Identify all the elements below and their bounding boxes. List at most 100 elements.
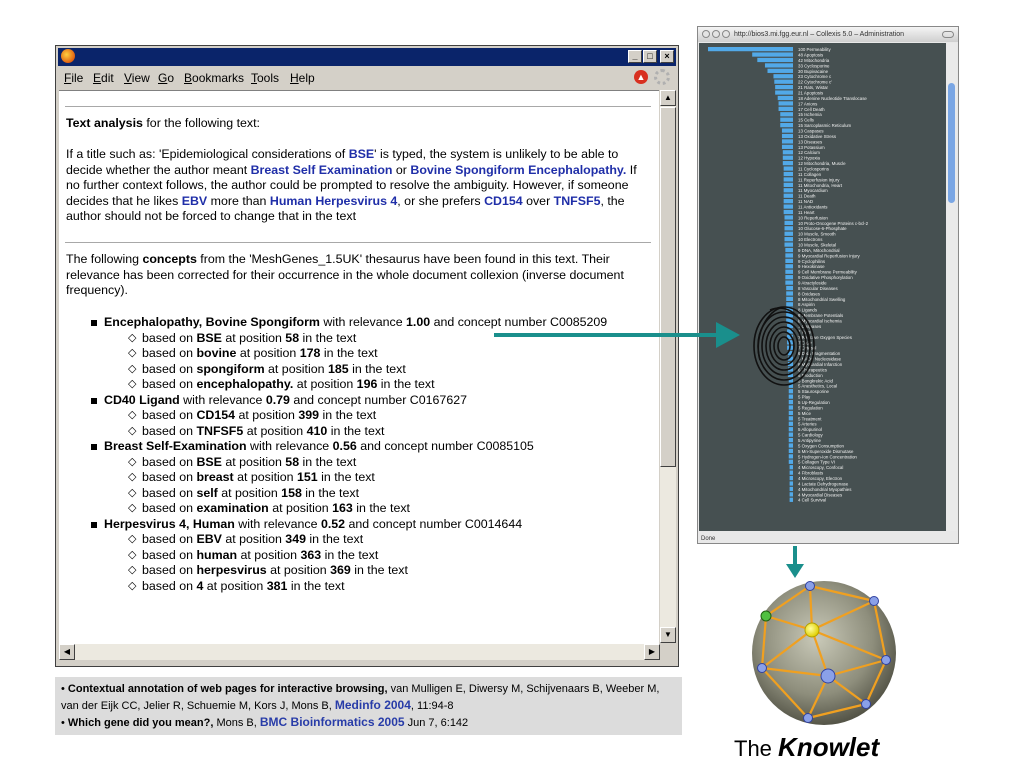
profile-label[interactable]: 8 Vascular Diseases	[798, 286, 838, 291]
profile-label[interactable]: 48 Apoptosis	[798, 52, 824, 57]
profile-label[interactable]: 11 Heart	[798, 210, 815, 215]
profile-label[interactable]: 9 Cyclophilins	[798, 259, 826, 264]
profile-label[interactable]: 5 Mice	[798, 411, 811, 416]
minimize-light-icon[interactable]	[712, 30, 720, 38]
menu-edit[interactable]: Edit	[93, 71, 114, 85]
profile-label[interactable]: 15 Sarcoplasmic Reticulum	[798, 123, 852, 128]
scroll-up-arrow-icon[interactable]: ▲	[660, 90, 676, 106]
profile-label[interactable]: 33 Cyclosporine	[798, 63, 830, 68]
collexis-scrollbar[interactable]	[946, 43, 957, 531]
profile-label[interactable]: 5 Antipyrine	[798, 438, 822, 443]
profile-label[interactable]: 11 Cyclosporins	[798, 166, 830, 171]
link-cd154[interactable]: CD154	[484, 194, 523, 208]
profile-label[interactable]: 5 Arteries	[798, 422, 817, 427]
profile-label[interactable]: 10 Muscle, Smooth	[798, 232, 836, 237]
scroll-left-arrow-icon[interactable]: ◀	[59, 644, 75, 660]
link-breast-self-examination[interactable]: Breast Self Examination	[251, 163, 393, 177]
profile-label[interactable]: 30 Bupivacaine	[798, 69, 829, 74]
profile-label[interactable]: 9 Hexokinase	[798, 264, 825, 269]
toolbar-toggle-icon[interactable]	[942, 31, 954, 38]
profile-label[interactable]: 15 Ischemia	[798, 112, 822, 117]
profile-label[interactable]: 5 Regulation	[798, 405, 823, 410]
profile-label[interactable]: 18 Adenine Nucleotide Translocase	[798, 96, 867, 101]
profile-label[interactable]: 5 Treatment	[798, 416, 822, 421]
minimize-button[interactable]: _	[628, 50, 642, 63]
profile-label[interactable]: 21 Apoptosis	[798, 90, 824, 95]
vertical-scrollbar[interactable]: ▲ ▼	[660, 90, 676, 643]
profile-label[interactable]: 5 Cardiology	[798, 433, 823, 438]
profile-label[interactable]: 100 Permeability	[798, 47, 832, 52]
profile-label[interactable]: 4 Microscopy, Electron	[798, 476, 843, 481]
profile-label[interactable]: 10 Glucose-6-Phosphate	[798, 226, 847, 231]
profile-label[interactable]: 9 Atractyloside	[798, 281, 827, 286]
profile-label[interactable]: 4 Mitochondrial Myopathies	[798, 487, 852, 492]
profile-label[interactable]: 15 Cells	[798, 118, 815, 123]
link-tnfsf5[interactable]: TNFSF5	[554, 194, 601, 208]
menu-go[interactable]: Go	[158, 71, 174, 85]
scroll-down-arrow-icon[interactable]: ▼	[660, 627, 676, 643]
profile-label[interactable]: 5 Up-Regulation	[798, 400, 830, 405]
menu-file[interactable]: File	[64, 71, 83, 85]
profile-label[interactable]: 11 Mitochondria, Heart	[798, 183, 843, 188]
profile-label[interactable]: 12 Hypoxia	[798, 156, 821, 161]
link-ebv[interactable]: EBV	[182, 194, 207, 208]
profile-label[interactable]: 17 Anions	[798, 101, 818, 106]
close-light-icon[interactable]	[702, 30, 710, 38]
profile-label[interactable]: 11 Death	[798, 194, 816, 199]
profile-label[interactable]: 5 Hydrogen-Ion Concentration	[798, 454, 857, 459]
profile-label[interactable]: 10 Muscle, Skeletal	[798, 243, 836, 248]
profile-label[interactable]: 5 Staurosporine	[798, 389, 830, 394]
profile-label[interactable]: 5 Play	[798, 395, 811, 400]
profile-label[interactable]: 12 Mitochondria, Muscle	[798, 161, 846, 166]
horizontal-scrollbar[interactable]: ◀ ▶	[59, 644, 660, 660]
profile-label[interactable]: 4 Microscopy, Confocal	[798, 465, 843, 470]
profile-label[interactable]: 11 Reperfusion Injury	[798, 177, 840, 182]
profile-label[interactable]: 9 Cell Membrane Permeability	[798, 270, 858, 275]
link-human-herpesvirus[interactable]: Human Herpesvirus 4	[270, 194, 397, 208]
profile-label[interactable]: 5 Collagen Type VI	[798, 460, 835, 465]
profile-label[interactable]: 42 Mitochondria	[798, 58, 830, 63]
link-bse[interactable]: BSE	[349, 147, 374, 161]
scroll-thumb[interactable]	[660, 107, 676, 467]
zoom-light-icon[interactable]	[722, 30, 730, 38]
profile-label[interactable]: 5 Oxygen Consumption	[798, 443, 844, 448]
scroll-right-arrow-icon[interactable]: ▶	[644, 644, 660, 660]
profile-label[interactable]: 22 Cytochrome c'	[798, 80, 832, 85]
profile-label[interactable]: 4 Lactate Dehydrogenase	[798, 481, 849, 486]
profile-bar	[785, 269, 793, 274]
profile-label[interactable]: 5 Allopurinol	[798, 427, 822, 432]
profile-label[interactable]: 21 Rats, Wistar	[798, 85, 829, 90]
maximize-button[interactable]: □	[643, 50, 657, 63]
profile-label[interactable]: 4 Fibroblasts	[798, 471, 824, 476]
profile-label[interactable]: 11 Myocardium	[798, 188, 828, 193]
profile-label[interactable]: 5 Mn-Superoxide Dismutase	[798, 449, 854, 454]
profile-label[interactable]: 4 Cell Survival	[798, 498, 826, 503]
stop-icon[interactable]: ▲	[634, 70, 648, 84]
profile-label[interactable]: 23 Cytochrome c	[798, 74, 832, 79]
profile-label[interactable]: 13 Oxidative Stress	[798, 134, 837, 139]
profile-label[interactable]: 10 Reperfusion	[798, 215, 828, 220]
menu-help[interactable]: Help	[290, 71, 315, 85]
profile-label[interactable]: 8 Oxidases	[798, 291, 821, 296]
close-button[interactable]: ×	[660, 50, 674, 63]
profile-label[interactable]: 9 Oxidative Phosphorylation	[798, 275, 853, 280]
profile-label[interactable]: 4 Myocardial Diseases	[798, 492, 843, 497]
collexis-scroll-thumb[interactable]	[948, 83, 955, 203]
profile-label[interactable]: 13 Diseases	[798, 139, 823, 144]
profile-label[interactable]: 11 Antioxidants	[798, 205, 828, 210]
menu-view[interactable]: View	[124, 71, 150, 85]
profile-label[interactable]: 12 Calcium	[798, 150, 820, 155]
menu-bookmarks[interactable]: Bookmarks	[184, 71, 244, 85]
profile-label[interactable]: 11 Collagen	[798, 172, 822, 177]
profile-label[interactable]: 13 Potassium	[798, 145, 825, 150]
profile-label[interactable]: 9 DNA, Mitochondrial	[798, 248, 840, 253]
menu-tools[interactable]: Tools	[251, 71, 279, 85]
profile-label[interactable]: 17 Cell Death	[798, 107, 825, 112]
profile-label[interactable]: 13 Caspases	[798, 128, 824, 133]
profile-label[interactable]: 10 Electrons	[798, 237, 823, 242]
profile-bar	[785, 264, 793, 269]
link-bovine-spongiform[interactable]: Bovine Spongiform Encephalopathy.	[410, 163, 626, 177]
profile-label[interactable]: 9 Myocardial Reperfusion Injury	[798, 253, 861, 258]
profile-label[interactable]: 10 Proto-Oncogene Proteins c-bcl-2	[798, 221, 869, 226]
profile-label[interactable]: 11 NAD	[798, 199, 813, 204]
